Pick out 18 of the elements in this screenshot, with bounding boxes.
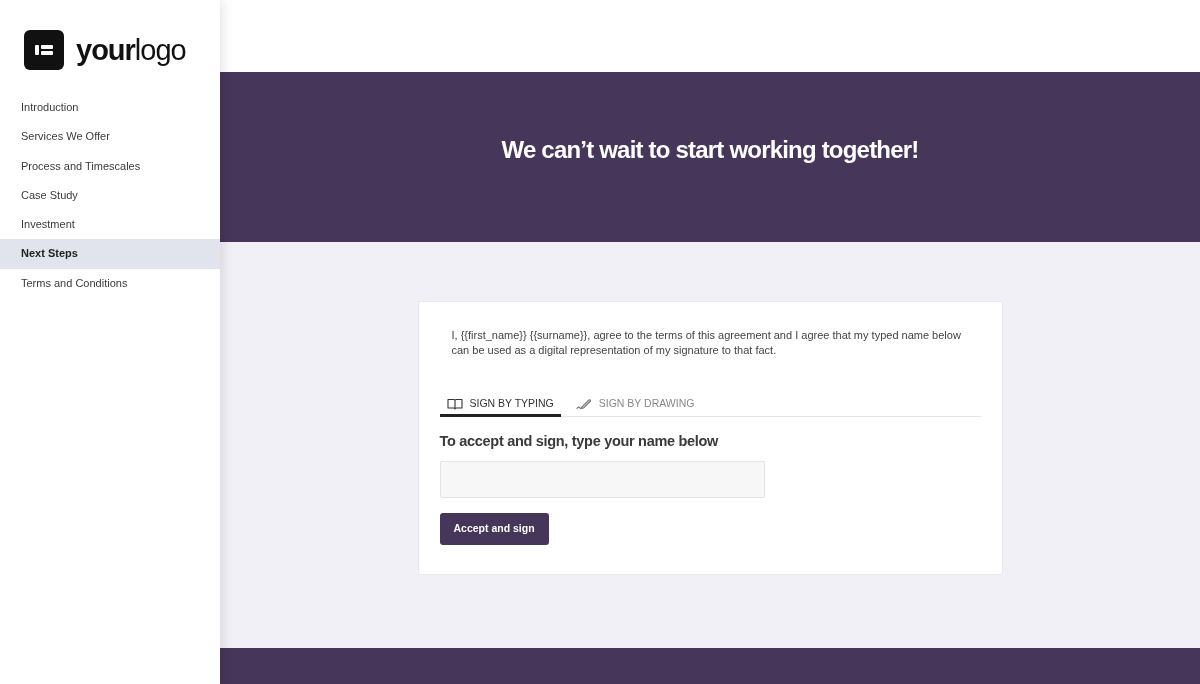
signature-tab[interactable]: SIGN BY DRAWING: [568, 394, 702, 417]
logo-wordmark: yourlogo: [76, 35, 186, 65]
hero-title: We can’t wait to start working together!: [501, 135, 919, 165]
sidebar-nav-item[interactable]: Investment: [0, 210, 220, 240]
sidebar-nav-item[interactable]: Process and Timescales: [0, 151, 220, 181]
pen-icon: [575, 398, 592, 410]
accept-and-sign-button[interactable]: Accept and sign: [439, 512, 549, 545]
name-input-field[interactable]: [439, 460, 765, 498]
agreement-text: I, {{first_name}} {{surname}}, agree to the terms of this agreement and I agree that my typed name below can be used as a digital representation of my signature to that fact.: [450, 328, 962, 358]
sidebar-nav-item[interactable]: Case Study: [0, 180, 220, 211]
sidebar-nav-item[interactable]: Terms and Conditions: [0, 268, 220, 299]
book-icon: [446, 398, 463, 410]
sign-heading: To accept and sign, type your name below: [439, 432, 720, 451]
logo-mark-icon: [24, 30, 64, 70]
sidebar-nav-item[interactable]: Next Steps: [0, 239, 220, 269]
signature-tab[interactable]: SIGN BY TYPING: [439, 394, 561, 417]
sidebar-nav-item[interactable]: Introduction: [0, 93, 220, 123]
sidebar-nav-item[interactable]: Services We Offer: [0, 122, 220, 152]
